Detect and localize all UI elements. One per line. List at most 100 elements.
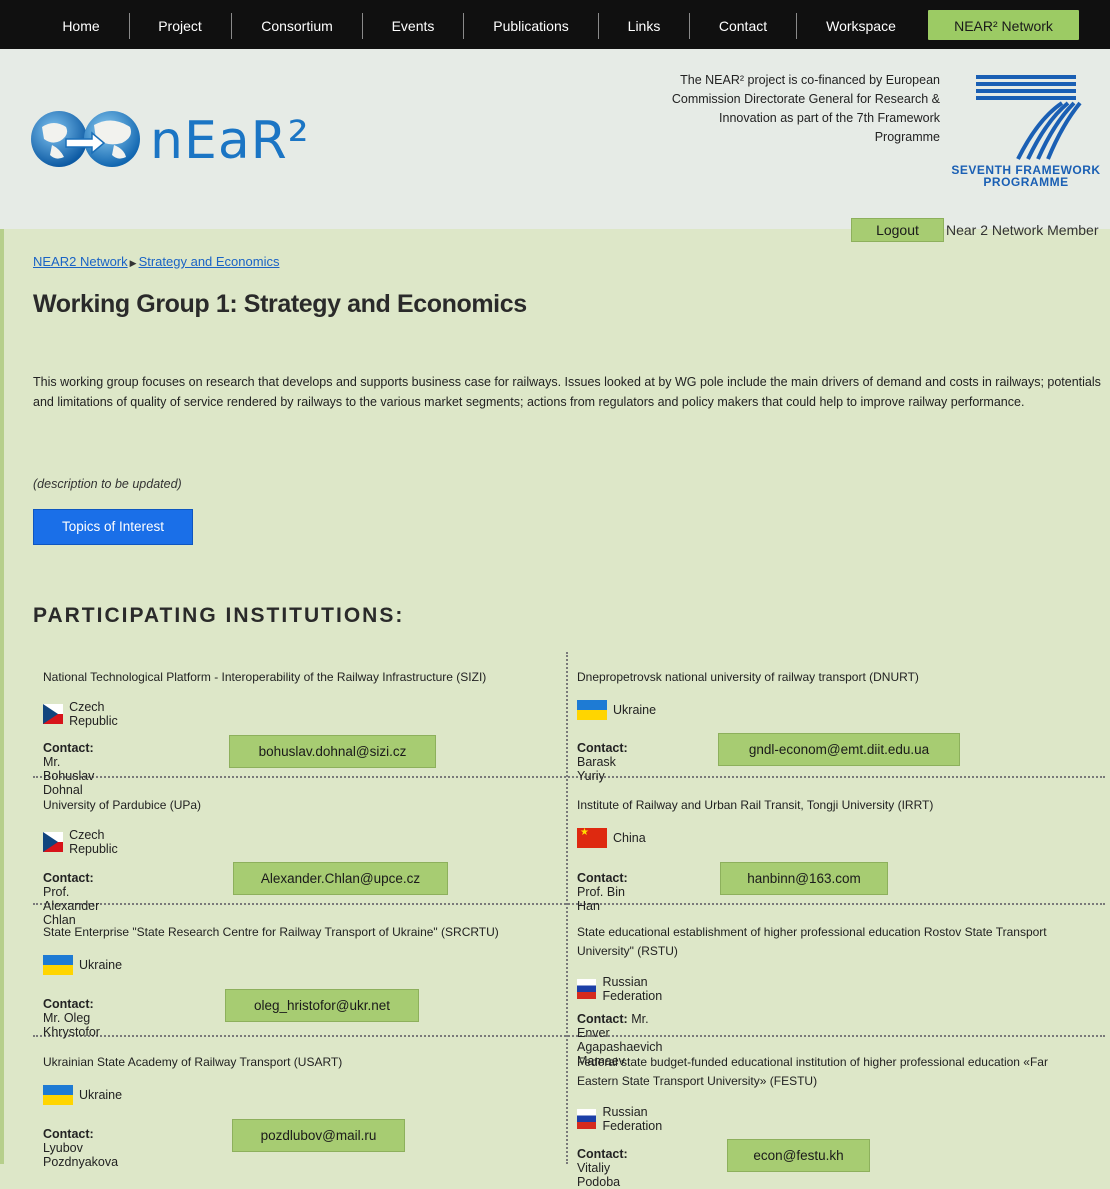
institution-country: Ukraine [577, 700, 656, 720]
institution-country: Czech Republic [43, 828, 128, 856]
nav-divider [796, 13, 797, 39]
institution-name: State Enterprise "State Research Centre … [43, 925, 499, 939]
near2-logo[interactable]: nEaR² [30, 105, 350, 175]
nav-divider [689, 13, 690, 39]
institution-name: National Technological Platform - Intero… [43, 670, 487, 684]
country-name: Ukraine [613, 703, 657, 717]
page-title: Working Group 1: Strategy and Economics [33, 290, 527, 318]
contact-person: Mr. Oleg Khrystofor [43, 1011, 100, 1039]
institution-name: Institute of Railway and Urban Rail Tran… [577, 798, 934, 812]
nav-events[interactable]: Events [374, 10, 452, 40]
contact-info: Contact: Vitaliy Podoba [577, 1147, 628, 1189]
breadcrumb-near2-network[interactable]: NEAR2 Network [33, 254, 128, 269]
contact-label: Contact: [43, 1127, 94, 1141]
institution-name: Ukrainian State Academy of Railway Trans… [43, 1055, 343, 1069]
contact-info: Contact: Prof. Alexander Chlan [43, 871, 99, 927]
top-navigation: Home Project Consortium Events Publicati… [0, 0, 1110, 49]
country-name: Russian Federation [602, 1105, 663, 1133]
site-header: nEaR² The NEAR² project is co-financed b… [0, 49, 1110, 229]
contact-label: Contact: [577, 1012, 628, 1026]
institution-country: China [577, 827, 646, 848]
nav-workspace[interactable]: Workspace [808, 10, 914, 40]
institution-name: Federal state budget-funded educational … [577, 1055, 1048, 1088]
email-button[interactable]: bohuslav.dohnal@sizi.cz [229, 735, 436, 768]
fp7-seven-icon [976, 75, 1082, 160]
email-button[interactable]: pozdlubov@mail.ru [232, 1119, 405, 1152]
nav-divider [463, 13, 464, 39]
row-divider [33, 776, 1105, 778]
country-name: Russian Federation [602, 975, 663, 1003]
contact-info: Contact: Prof. Bin Han [577, 871, 628, 913]
czech-flag-icon [43, 832, 64, 852]
group-description: This working group focuses on research t… [33, 375, 1101, 409]
contact-label: Contact: [577, 871, 628, 885]
contact-person: Prof. Alexander Chlan [43, 885, 100, 927]
contact-person: Prof. Bin Han [577, 885, 625, 913]
contact-label: Contact: [43, 741, 94, 755]
topics-of-interest-button[interactable]: Topics of Interest [33, 509, 193, 545]
country-name: Ukraine [79, 1088, 123, 1102]
section-title: PARTICIPATING INSTITUTIONS: [33, 604, 405, 627]
contact-label: Contact: [43, 871, 94, 885]
contact-info: Contact: Mr. Oleg Khrystofor [43, 997, 100, 1039]
contact-label: Contact: [577, 741, 628, 755]
nav-links[interactable]: Links [610, 10, 678, 40]
logout-button[interactable]: Logout [851, 218, 944, 242]
email-button[interactable]: hanbinn@163.com [720, 862, 888, 895]
breadcrumb-arrow-icon: ▶ [129, 258, 137, 268]
nav-divider [362, 13, 363, 39]
country-name: China [613, 831, 646, 845]
nav-contact[interactable]: Contact [701, 10, 785, 40]
country-name: Czech Republic [69, 828, 118, 856]
czech-flag-icon [43, 704, 64, 724]
fp7-caption-line2: PROGRAMME [983, 175, 1069, 189]
fp7-logo[interactable]: SEVENTH FRAMEWORK PROGRAMME [946, 71, 1106, 189]
contact-info: Contact: Barask Yuriy [577, 741, 628, 783]
nav-near2-network[interactable]: NEAR² Network [928, 10, 1079, 40]
institution-country: Russian Federation [577, 975, 673, 1003]
country-name: Ukraine [79, 958, 123, 972]
russia-flag-icon [577, 1109, 597, 1129]
contact-person: Vitaliy Podoba [577, 1161, 621, 1189]
row-divider [33, 903, 1105, 905]
nav-divider [598, 13, 599, 39]
email-button[interactable]: oleg_hristofor@ukr.net [225, 989, 419, 1022]
institution-country: Ukraine [43, 955, 122, 975]
row-divider [33, 1035, 1105, 1037]
member-status: Near 2 Network Member [946, 222, 1099, 238]
content-left-border [0, 229, 4, 1164]
country-name: Czech Republic [69, 700, 118, 728]
institution-country: Ukraine [43, 1085, 122, 1105]
nav-divider [231, 13, 232, 39]
contact-person: Mr. Bohuslav Dohnal [43, 755, 95, 797]
cofinanced-notice: The NEAR² project is co-financed by Euro… [671, 73, 940, 144]
institution-country: Czech Republic [43, 700, 128, 728]
ukraine-flag-icon [577, 700, 607, 720]
email-button[interactable]: Alexander.Chlan@upce.cz [233, 862, 448, 895]
contact-info: Contact: Lyubov Pozdnyakova [43, 1127, 118, 1169]
contact-info: Contact: Mr. Bohuslav Dohnal [43, 741, 94, 797]
ukraine-flag-icon [43, 1085, 73, 1105]
breadcrumb: NEAR2 Network ▶ Strategy and Economics [33, 254, 279, 269]
institutions-column-divider [566, 652, 568, 1164]
ukraine-flag-icon [43, 955, 73, 975]
email-button[interactable]: gndl-econom@emt.diit.edu.ua [718, 733, 960, 766]
nav-divider [129, 13, 130, 39]
description-note: (description to be updated) [33, 477, 182, 491]
china-flag-icon [577, 827, 607, 848]
institution-name: Dnepropetrovsk national university of ra… [577, 670, 919, 684]
contact-person: Lyubov Pozdnyakova [43, 1141, 119, 1169]
contact-label: Contact: [577, 1147, 628, 1161]
institution-name: University of Pardubice (UPa) [43, 798, 202, 812]
institution-name: State educational establishment of highe… [577, 925, 1047, 958]
russia-flag-icon [577, 979, 597, 999]
nav-home[interactable]: Home [47, 10, 115, 40]
email-button[interactable]: econ@festu.kh [727, 1139, 870, 1172]
nav-publications[interactable]: Publications [475, 10, 587, 40]
logo-wordmark: nEaR² [150, 111, 310, 171]
nav-project[interactable]: Project [140, 10, 220, 40]
contact-label: Contact: [43, 997, 94, 1011]
institution-country: Russian Federation [577, 1105, 673, 1133]
breadcrumb-strategy-economics[interactable]: Strategy and Economics [139, 254, 280, 269]
nav-consortium[interactable]: Consortium [243, 10, 351, 40]
